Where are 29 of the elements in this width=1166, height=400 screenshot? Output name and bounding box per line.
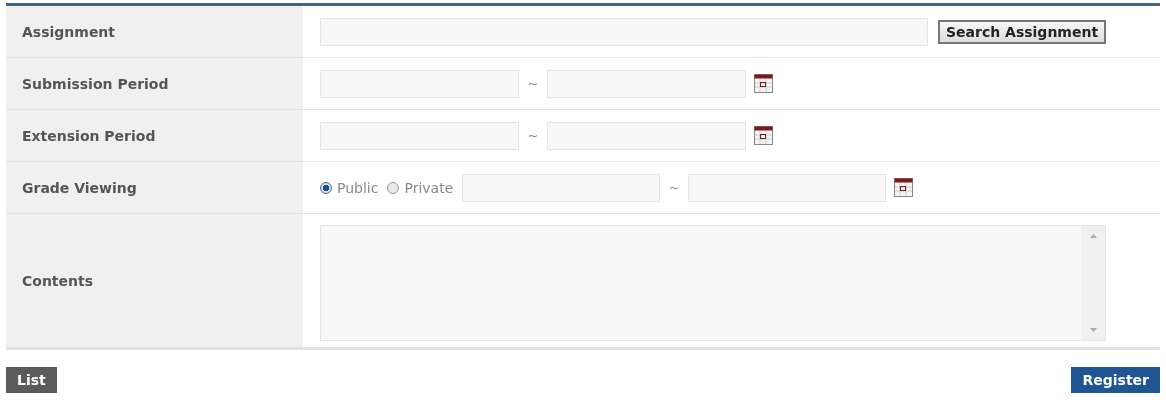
register-button[interactable]: Register (1071, 367, 1160, 393)
start-date-field[interactable] (320, 121, 519, 150)
field-label: Grade Viewing (6, 162, 303, 213)
field-label: Extension Period (6, 110, 303, 161)
field-label: Submission Period (6, 58, 303, 109)
field-label: Assignment (6, 6, 303, 57)
start-date-field[interactable] (462, 173, 661, 202)
scroll-down-icon[interactable] (1089, 328, 1097, 332)
end-date-field[interactable] (688, 173, 887, 202)
search-assignment-button[interactable]: Search Assignment (938, 19, 1107, 44)
calendar-icon[interactable] (754, 126, 773, 145)
calendar-icon[interactable] (754, 74, 773, 93)
range-separator: ~ (526, 76, 540, 91)
range-separator: ~ (667, 180, 681, 195)
range-separator: ~ (526, 128, 540, 143)
radio-option[interactable]: Private (387, 179, 454, 196)
end-date-field[interactable] (547, 69, 746, 98)
start-date-field[interactable] (320, 69, 519, 98)
radio-label: Private (404, 179, 454, 196)
radio-label: Public (337, 179, 379, 196)
contents-textarea[interactable] (320, 225, 1106, 341)
calendar-icon[interactable] (894, 178, 914, 197)
list-button[interactable]: List (6, 367, 57, 393)
assignment-field[interactable] (320, 17, 928, 46)
scroll-up-icon[interactable] (1089, 234, 1097, 238)
scrollbar[interactable] (1081, 226, 1105, 340)
field-label: Contents (6, 214, 303, 347)
radio-option[interactable]: Public (320, 179, 379, 196)
end-date-field[interactable] (547, 121, 746, 150)
